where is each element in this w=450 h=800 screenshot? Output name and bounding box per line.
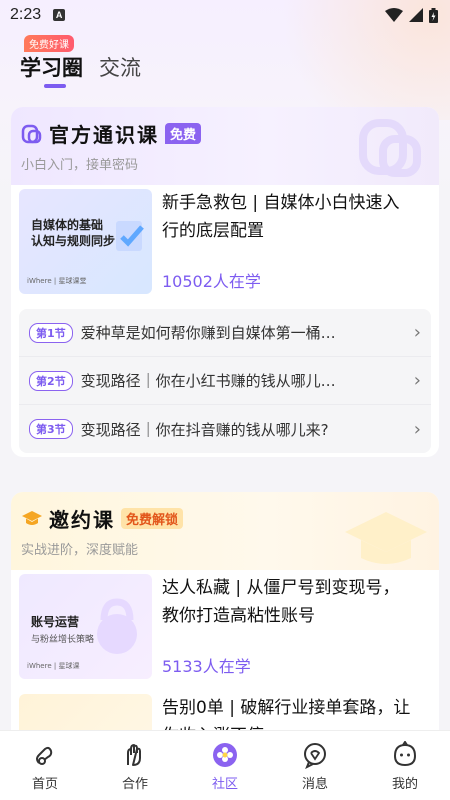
course-thumbnail: 账号运营 与粉丝增长策略 iWhere | 星球课 xyxy=(19,574,152,679)
nav-profile[interactable]: 我的 xyxy=(360,731,450,800)
chevron-right-icon: › xyxy=(413,418,421,440)
lesson-list: 第1节 爱种草是如何帮你赚到自媒体第一桶… › 第2节 变现路径｜你在小红书赚的… xyxy=(19,309,431,453)
notification-icon: A xyxy=(53,9,66,21)
thumbnail-brand: iWhere | 星球课 xyxy=(27,662,80,670)
nav-community[interactable]: 社区 xyxy=(180,731,270,800)
official-course-card: 官方通识课 免费 小白入门，接单密码 自媒体的基础 认知与规则同步 iWhere… xyxy=(11,107,439,457)
lesson-number-tag: 第3节 xyxy=(29,419,73,439)
invite-title: 邀约课 xyxy=(49,508,115,532)
nav-label: 消息 xyxy=(301,777,328,792)
nav-label: 合作 xyxy=(121,777,148,792)
official-title: 官方通识课 xyxy=(49,123,159,147)
status-icons xyxy=(385,7,438,23)
nav-label: 首页 xyxy=(31,777,58,792)
lesson-item[interactable]: 第3节 变现路径｜你在抖音赚的钱从哪儿来? › xyxy=(19,405,431,453)
home-icon xyxy=(36,746,53,765)
chevron-right-icon: › xyxy=(413,322,421,343)
lesson-number-tag: 第2节 xyxy=(29,370,73,391)
wifi-icon xyxy=(385,8,403,22)
lesson-number-tag: 第1节 xyxy=(29,322,73,343)
decorative-cap-icon xyxy=(345,512,427,564)
course-title: 达人私藏 | 从僵尸号到变现号，教你打造高粘性账号 xyxy=(162,578,400,626)
battery-icon xyxy=(429,7,438,23)
nav-home[interactable]: 首页 xyxy=(0,731,90,800)
course-logo-icon xyxy=(21,124,42,143)
checkmark-icon xyxy=(116,221,144,251)
invite-course-item[interactable]: 账号运营 与粉丝增长策略 iWhere | 星球课 达人私藏 | 从僵尸号到变现… xyxy=(19,574,412,679)
lesson-title: 变现路径｜你在抖音赚的钱从哪儿来? xyxy=(80,420,329,439)
signal-icon xyxy=(409,8,423,22)
chevron-right-icon: › xyxy=(413,370,421,391)
tab-exchange[interactable]: 交流 xyxy=(99,52,141,82)
community-icon xyxy=(213,743,237,767)
thumbnail-title: 自媒体的基础 认知与规则同步 xyxy=(31,218,116,248)
official-course-item[interactable]: 自媒体的基础 认知与规则同步 iWhere | 星球课堂 新手急救包 | 自媒体… xyxy=(19,189,412,294)
nav-cooperation[interactable]: 合作 xyxy=(90,731,180,800)
active-tab-indicator xyxy=(44,84,66,88)
promo-tag: 免费好课 xyxy=(24,35,74,52)
thumbnail-brand: iWhere | 星球课堂 xyxy=(27,277,87,285)
official-card-header: 官方通识课 免费 小白入门，接单密码 xyxy=(11,107,439,185)
bottom-navigation: 首页 合作 社区 消息 我的 xyxy=(0,730,450,800)
unlock-badge: 免费解锁 xyxy=(121,508,184,529)
learner-count: 5133人在学 xyxy=(162,657,251,676)
learner-count: 10502人在学 xyxy=(162,272,261,291)
nav-label: 社区 xyxy=(211,777,238,792)
status-time: 2:23 xyxy=(10,6,42,23)
course-title: 新手急救包 | 自媒体小白快速入行的底层配置 xyxy=(162,193,400,241)
graduation-cap-icon xyxy=(22,510,42,525)
kettlebell-icon xyxy=(97,598,137,654)
free-badge: 免费 xyxy=(165,123,202,144)
invite-card-header: 邀约课 免费解锁 实战进阶，深度赋能 xyxy=(11,492,439,570)
handshake-icon xyxy=(127,744,141,766)
status-bar: 2:23 A xyxy=(0,0,450,30)
lesson-item[interactable]: 第1节 爱种草是如何帮你赚到自媒体第一桶… › xyxy=(19,309,431,357)
profile-icon xyxy=(393,741,417,767)
nav-messages[interactable]: 消息 xyxy=(270,731,360,800)
thumbnail-title: 账号运营 xyxy=(31,615,80,629)
message-icon xyxy=(304,743,326,769)
lesson-item[interactable]: 第2节 变现路径｜你在小红书赚的钱从哪儿… › xyxy=(19,357,431,405)
tab-study-circle[interactable]: 学习圈 xyxy=(20,52,83,82)
top-tabs: 学习圈 交流 xyxy=(20,52,141,82)
thumbnail-subtitle: 与粉丝增长策略 xyxy=(31,635,95,645)
decorative-logo-icon xyxy=(359,119,421,177)
lesson-title: 变现路径｜你在小红书赚的钱从哪儿… xyxy=(80,372,336,390)
lesson-title: 爱种草是如何帮你赚到自媒体第一桶… xyxy=(80,324,336,342)
course-thumbnail: 自媒体的基础 认知与规则同步 iWhere | 星球课堂 xyxy=(19,189,152,294)
nav-label: 我的 xyxy=(391,777,418,792)
